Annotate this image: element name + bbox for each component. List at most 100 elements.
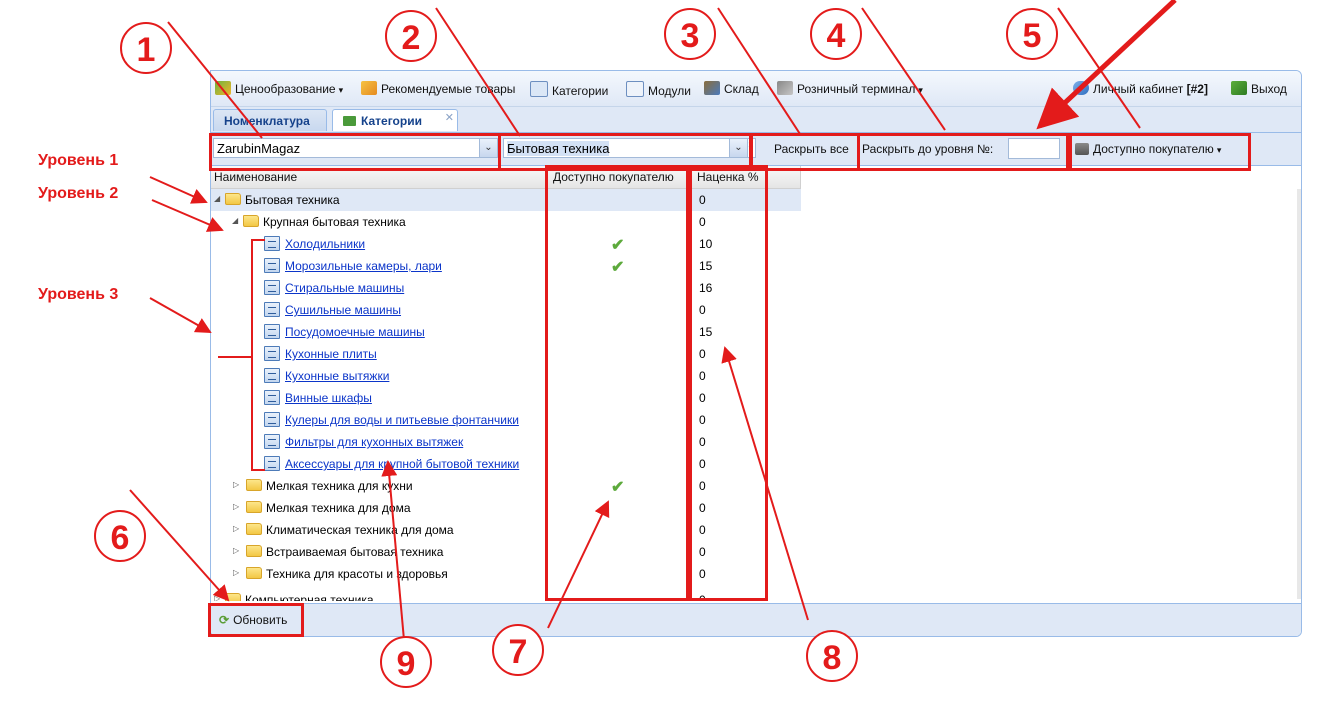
category-leaf-icon xyxy=(264,368,280,383)
available-to-buyer-button[interactable]: Доступно покупателю ▾ xyxy=(1075,142,1221,156)
category-select[interactable]: Бытовая техника ⌄ xyxy=(503,138,748,158)
markup-cell[interactable]: 0 xyxy=(699,347,706,361)
menu-retail-terminal[interactable]: Розничный терминал ▾ xyxy=(777,81,923,96)
checkmark-icon[interactable]: ✔ xyxy=(611,477,624,497)
markup-cell[interactable]: 0 xyxy=(699,457,706,471)
markup-cell[interactable]: 15 xyxy=(699,325,712,339)
markup-cell[interactable]: 16 xyxy=(699,281,712,295)
tab-categories[interactable]: Категории ✕ xyxy=(332,109,458,131)
folder-open-icon xyxy=(243,215,259,227)
checkmark-icon[interactable]: ✔ xyxy=(611,257,624,277)
menu-cabinet[interactable]: Личный кабинет [#2] xyxy=(1073,81,1208,96)
folder-icon xyxy=(246,523,262,535)
expand-level-input[interactable] xyxy=(1008,138,1060,159)
markup-cell[interactable]: 0 xyxy=(699,501,706,515)
markup-cell[interactable]: 15 xyxy=(699,259,712,273)
tree-row[interactable]: Стиральные машины 16 xyxy=(211,277,801,299)
tree-row[interactable]: Фильтры для кухонных вытяжек 0 xyxy=(211,431,801,453)
column-name[interactable]: Наименование xyxy=(214,170,297,184)
column-available[interactable]: Доступно покупателю xyxy=(553,170,674,184)
tree-row[interactable]: ▷ Компьютерная техника 0 xyxy=(211,589,801,601)
category-link[interactable]: Кухонные вытяжки xyxy=(285,369,389,383)
level-1-label: Уровень 1 xyxy=(38,152,119,169)
callout-3: 3 xyxy=(664,8,716,60)
category-link[interactable]: Посудомоечные машины xyxy=(285,325,425,339)
chevron-down-icon[interactable]: ⌄ xyxy=(729,139,747,157)
category-link[interactable]: Кухонные плиты xyxy=(285,347,377,361)
checkmark-icon[interactable]: ✔ xyxy=(611,235,624,255)
category-leaf-icon xyxy=(264,302,280,317)
tree-row[interactable]: ▷ Мелкая техника для кухни ✔ 0 xyxy=(211,475,801,497)
category-leaf-icon xyxy=(264,236,280,251)
category-link[interactable]: Кулеры для воды и питьевые фонтанчики xyxy=(285,413,519,427)
tree-row[interactable]: Кухонные вытяжки 0 xyxy=(211,365,801,387)
markup-cell[interactable]: 0 xyxy=(699,413,706,427)
tree-row[interactable]: ▷ Климатическая техника для дома 0 xyxy=(211,519,801,541)
tree-row[interactable]: ▷ Техника для красоты и здоровья 0 xyxy=(211,563,801,585)
tree-row[interactable]: Аксессуары для крупной бытовой техники 0 xyxy=(211,453,801,475)
menu-recommended[interactable]: Рекомендуемые товары xyxy=(361,81,515,96)
menu-warehouse[interactable]: Склад xyxy=(704,81,759,96)
markup-cell[interactable]: 0 xyxy=(699,435,706,449)
category-link[interactable]: Сушильные машины xyxy=(285,303,401,317)
tree-row[interactable]: Винные шкафы 0 xyxy=(211,387,801,409)
expand-to-level-label: Раскрыть до уровня №: xyxy=(862,142,994,156)
tree-row[interactable]: ◢ Бытовая техника 0 xyxy=(211,189,801,211)
chevron-down-icon: ▾ xyxy=(338,85,344,95)
column-markup[interactable]: Наценка % xyxy=(697,170,759,184)
markup-cell[interactable]: 0 xyxy=(699,567,706,581)
menu-pricing[interactable]: Ценообразование ▾ xyxy=(215,81,343,96)
markup-cell[interactable]: 0 xyxy=(699,479,706,493)
tree-row[interactable]: ◢ Крупная бытовая техника 0 xyxy=(211,211,801,233)
menu-categories[interactable]: Категории xyxy=(530,81,608,98)
markup-cell[interactable]: 0 xyxy=(699,369,706,383)
collapsed-arrow-icon[interactable]: ▷ xyxy=(233,480,239,489)
category-link[interactable]: Аксессуары для крупной бытовой техники xyxy=(285,457,519,471)
category-leaf-icon xyxy=(264,324,280,339)
clear-icon: × xyxy=(748,140,754,151)
expand-all-button[interactable]: Раскрыть все xyxy=(774,142,849,156)
bottom-toolbar: ⟳ Обновить xyxy=(211,603,1301,636)
refresh-button[interactable]: ⟳ Обновить xyxy=(215,609,293,631)
shop-select[interactable]: ZarubinMagaz ⌄ xyxy=(213,138,498,158)
tree-row[interactable]: ▷ Мелкая техника для дома 0 xyxy=(211,497,801,519)
callout-1: 1 xyxy=(120,22,172,74)
menu-logout[interactable]: Выход xyxy=(1231,81,1287,96)
tree-row[interactable]: ▷ Встраиваемая бытовая техника 0 xyxy=(211,541,801,563)
collapsed-arrow-icon[interactable]: ▷ xyxy=(233,524,239,533)
tree-row[interactable]: Холодильники ✔ 10 xyxy=(211,233,801,255)
markup-cell[interactable]: 0 xyxy=(699,523,706,537)
chevron-down-icon[interactable]: ⌄ xyxy=(479,139,497,157)
category-link[interactable]: Фильтры для кухонных вытяжек xyxy=(285,435,463,449)
close-icon[interactable]: ✕ xyxy=(445,107,454,129)
tree-row[interactable]: Сушильные машины 0 xyxy=(211,299,801,321)
category-link[interactable]: Стиральные машины xyxy=(285,281,404,295)
tree-row[interactable]: Кухонные плиты 0 xyxy=(211,343,801,365)
markup-cell[interactable]: 0 xyxy=(699,391,706,405)
store-icon xyxy=(1075,143,1089,155)
tree-row[interactable]: Посудомоечные машины 15 xyxy=(211,321,801,343)
collapsed-arrow-icon[interactable]: ▷ xyxy=(233,568,239,577)
collapsed-arrow-icon[interactable]: ▷ xyxy=(233,546,239,555)
markup-cell[interactable]: 10 xyxy=(699,237,712,251)
markup-cell[interactable]: 0 xyxy=(699,593,706,601)
clear-trigger[interactable]: × xyxy=(748,138,756,158)
markup-cell[interactable]: 0 xyxy=(699,545,706,559)
collapsed-arrow-icon[interactable]: ▷ xyxy=(214,594,220,601)
menu-modules[interactable]: Модули xyxy=(626,81,691,98)
expanded-arrow-icon[interactable]: ◢ xyxy=(214,194,220,203)
tab-nomenclature[interactable]: Номенклатура xyxy=(213,109,327,131)
tab-strip: Номенклатура Категории ✕ xyxy=(211,107,1301,133)
expanded-arrow-icon[interactable]: ◢ xyxy=(232,216,238,225)
tree-row[interactable]: Кулеры для воды и питьевые фонтанчики 0 xyxy=(211,409,801,431)
markup-cell[interactable]: 0 xyxy=(699,215,706,229)
tree-row[interactable]: Морозильные камеры, лари ✔ 15 xyxy=(211,255,801,277)
category-link[interactable]: Морозильные камеры, лари xyxy=(285,259,442,273)
markup-cell[interactable]: 0 xyxy=(699,303,706,317)
vertical-scrollbar[interactable] xyxy=(1297,189,1301,599)
markup-cell[interactable]: 0 xyxy=(699,193,706,207)
collapsed-arrow-icon[interactable]: ▷ xyxy=(233,502,239,511)
callout-2: 2 xyxy=(385,10,437,62)
category-link[interactable]: Винные шкафы xyxy=(285,391,372,405)
category-link[interactable]: Холодильники xyxy=(285,237,365,251)
